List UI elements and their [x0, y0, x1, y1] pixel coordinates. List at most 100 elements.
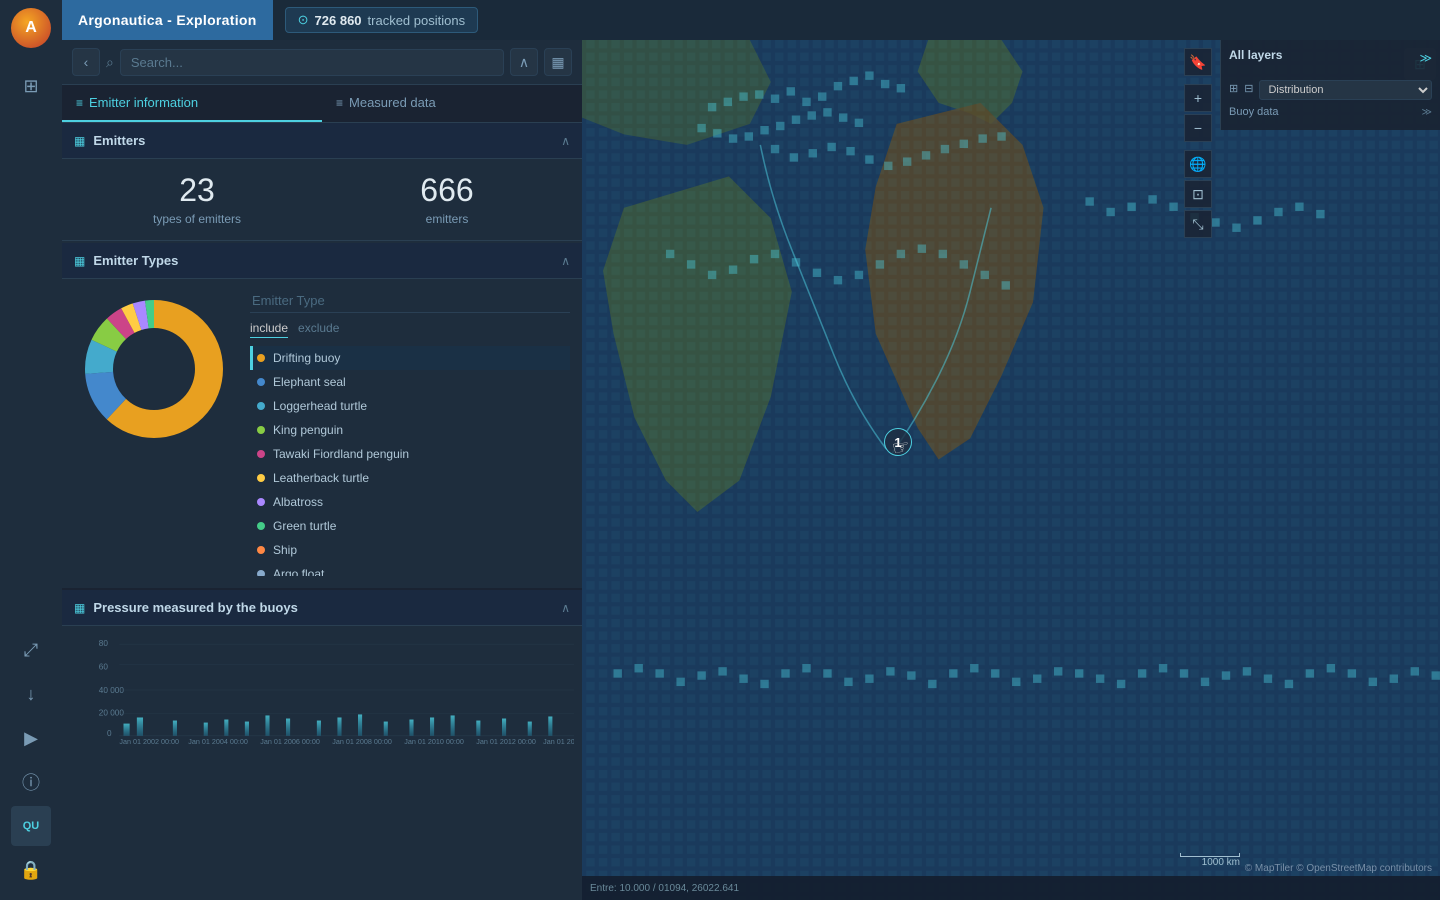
- donut-svg: [74, 289, 234, 449]
- map-attribution: © MapTiler © OpenStreetMap contributors: [1245, 863, 1432, 874]
- pressure-icon: ▦: [74, 601, 85, 615]
- emitter-item-name: Elephant seal: [273, 375, 566, 389]
- chart-button[interactable]: ▦: [544, 48, 572, 76]
- emitter-types-header[interactable]: ▦ Emitter Types ∧: [62, 243, 582, 279]
- map-area[interactable]: 1 ☞ 🔖 + − 🌐 ⊡ ⤡ ⊞ All layers ≫ ⊞ ⊟: [582, 40, 1440, 900]
- scale-label: 1000 km: [1202, 857, 1240, 868]
- exclude-tab[interactable]: exclude: [298, 321, 339, 338]
- svg-text:Jan 01 2004 00:00: Jan 01 2004 00:00: [188, 738, 248, 746]
- emitter-list-item[interactable]: Ship: [250, 538, 570, 562]
- layers-toggle[interactable]: ≫: [1419, 51, 1432, 65]
- svg-text:40 000: 40 000: [99, 686, 125, 695]
- pressure-chart: 80 60 40 000 20 000 0: [62, 626, 582, 746]
- distribution-select[interactable]: Distribution: [1259, 80, 1432, 100]
- emitter-list-item[interactable]: Leatherback turtle: [250, 466, 570, 490]
- emitter-type-filter: include exclude Drifting buoy Elephant s…: [250, 289, 570, 576]
- zoom-in-button[interactable]: +: [1184, 84, 1212, 112]
- map-controls: 🔖 + − 🌐 ⊡ ⤡: [1184, 48, 1212, 238]
- search-icon-left: ⌕: [106, 54, 114, 71]
- emitters-section-icon: ▦: [74, 134, 85, 148]
- share-icon[interactable]: ⤢: [11, 630, 51, 670]
- map-right-panel: All layers ≫ ⊞ ⊟ Distribution Buoy data …: [1220, 40, 1440, 130]
- tracked-positions: ⊙ 726 860 tracked positions: [285, 7, 478, 33]
- left-panel: ‹ ⌕ ∧ ▦ ≡ Emitter information ≡ Measured…: [62, 40, 582, 900]
- emitter-color-dot: [257, 522, 265, 530]
- pressure-section-header[interactable]: ▦ Pressure measured by the buoys ∧: [62, 590, 582, 626]
- pressure-svg: 80 60 40 000 20 000 0: [70, 634, 574, 746]
- emitter-types-section: ▦ Emitter Types ∧: [62, 243, 582, 586]
- emitter-color-dot: [257, 570, 265, 576]
- include-tab[interactable]: include: [250, 321, 288, 338]
- stat-types: 23 types of emitters: [82, 173, 312, 226]
- emitter-list-item[interactable]: Elephant seal: [250, 370, 570, 394]
- tab-bar: ≡ Emitter information ≡ Measured data: [62, 85, 582, 123]
- emitters-section-header[interactable]: ▦ Emitters ∧: [62, 123, 582, 159]
- tracked-label: tracked positions: [368, 13, 466, 28]
- app-logo[interactable]: A: [11, 8, 51, 48]
- emitter-list-item[interactable]: Loggerhead turtle: [250, 394, 570, 418]
- distribution-row: ⊞ ⊟ Distribution: [1229, 76, 1432, 100]
- emitter-list-item[interactable]: Albatross: [250, 490, 570, 514]
- emitter-item-name: Tawaki Fiordland penguin: [273, 447, 566, 461]
- emitter-types-collapse: ∧: [561, 254, 570, 268]
- include-exclude-tabs: include exclude: [250, 321, 570, 338]
- emitter-list-item[interactable]: Argo float: [250, 562, 570, 576]
- position-icon: ⊙: [298, 12, 309, 28]
- header: Argonautica - Exploration ⊙ 726 860 trac…: [62, 0, 1440, 40]
- screenshot-button[interactable]: ⊡: [1184, 180, 1212, 208]
- fit-button[interactable]: ⤡: [1184, 210, 1212, 238]
- emitter-color-dot: [257, 378, 265, 386]
- back-button[interactable]: ‹: [72, 48, 100, 76]
- scale-bar: 1000 km: [1180, 853, 1240, 868]
- cluster-label: 1: [894, 435, 901, 450]
- download-icon[interactable]: ↓: [11, 674, 51, 714]
- dist-icon: ⊞: [1229, 82, 1238, 95]
- emitter-item-name: Drifting buoy: [273, 351, 566, 365]
- buoy-data-row: Buoy data ≫: [1229, 106, 1432, 118]
- tab-emitter-label: Emitter information: [89, 95, 198, 110]
- info-icon[interactable]: ⓘ: [11, 762, 51, 802]
- emitter-item-name: Green turtle: [273, 519, 566, 533]
- zoom-out-button[interactable]: −: [1184, 114, 1212, 142]
- app-title[interactable]: Argonautica - Exploration: [62, 0, 273, 40]
- emitter-color-dot: [257, 498, 265, 506]
- emitter-item-name: Argo float: [273, 567, 566, 576]
- apps-icon[interactable]: ⊞: [11, 66, 51, 106]
- lock-icon[interactable]: 🔒: [11, 850, 51, 890]
- collapse-button[interactable]: ∧: [510, 48, 538, 76]
- svg-text:0: 0: [107, 729, 112, 738]
- map-svg: [582, 40, 1440, 900]
- svg-text:Jan 01 2010 00:00: Jan 01 2010 00:00: [404, 738, 464, 746]
- emitter-list-item[interactable]: King penguin: [250, 418, 570, 442]
- emitter-type-search[interactable]: [250, 289, 570, 313]
- pressure-collapse: ∧: [561, 601, 570, 615]
- tab-emitter-information[interactable]: ≡ Emitter information: [62, 85, 322, 122]
- coord-text: Entre: 10.000 / 01094, 26022.641: [590, 883, 739, 894]
- svg-text:Jan 01 2014 00:00: Jan 01 2014 00:00: [543, 738, 574, 746]
- emitter-list-item[interactable]: Green turtle: [250, 514, 570, 538]
- emitter-list-item[interactable]: Drifting buoy: [250, 346, 570, 370]
- svg-text:Jan 01 2012 00:00: Jan 01 2012 00:00: [476, 738, 536, 746]
- bookmark-button[interactable]: 🔖: [1184, 48, 1212, 76]
- svg-text:Jan 01 2002 00:00: Jan 01 2002 00:00: [119, 738, 179, 746]
- emitter-color-dot: [257, 402, 265, 410]
- emitter-item-name: Albatross: [273, 495, 566, 509]
- map-cluster-1[interactable]: 1: [884, 428, 912, 456]
- emitter-item-name: King penguin: [273, 423, 566, 437]
- tracked-count: 726 860: [315, 13, 362, 28]
- globe-button[interactable]: 🌐: [1184, 150, 1212, 178]
- search-input[interactable]: [120, 49, 504, 76]
- map-background: 1 ☞ 🔖 + − 🌐 ⊡ ⤡ ⊞ All layers ≫ ⊞ ⊟: [582, 40, 1440, 900]
- queue-icon[interactable]: QU: [11, 806, 51, 846]
- svg-text:60: 60: [99, 663, 109, 672]
- stat-emitters-label: emitters: [332, 212, 562, 226]
- emitter-list-item[interactable]: Tawaki Fiordland penguin: [250, 442, 570, 466]
- buoy-data-toggle[interactable]: ≫: [1422, 107, 1432, 118]
- play-icon[interactable]: ▶: [11, 718, 51, 758]
- svg-text:Jan 01 2006 00:00: Jan 01 2006 00:00: [260, 738, 320, 746]
- stat-emitters: 666 emitters: [332, 173, 562, 226]
- tab-measured-data[interactable]: ≡ Measured data: [322, 85, 582, 122]
- svg-text:20 000: 20 000: [99, 709, 125, 718]
- emitter-types-content: include exclude Drifting buoy Elephant s…: [62, 279, 582, 586]
- emitter-types-title: Emitter Types: [93, 253, 561, 268]
